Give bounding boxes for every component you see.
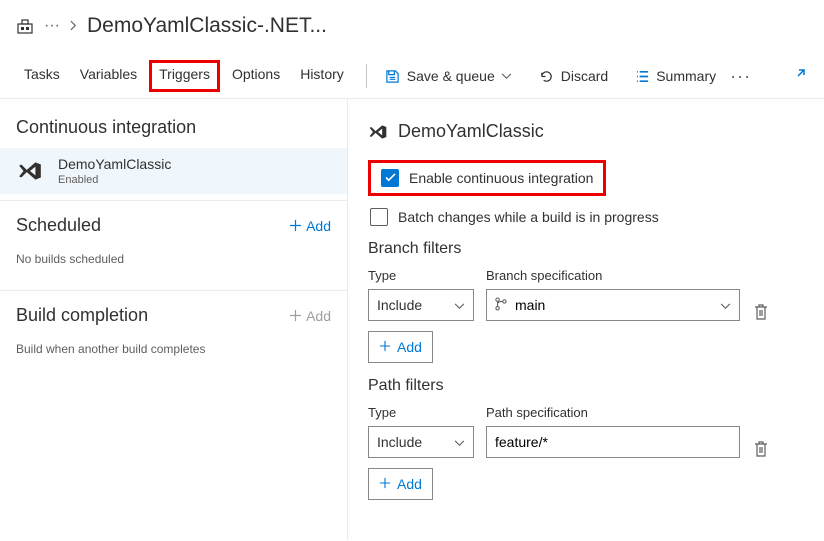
tab-variables[interactable]: Variables [72, 60, 145, 92]
enable-ci-row: Enable continuous integration [368, 160, 606, 196]
scheduled-add-label: Add [306, 218, 331, 234]
plus-icon [288, 309, 302, 323]
path-type-value: Include [377, 434, 422, 450]
save-icon [385, 68, 401, 84]
branch-add-button[interactable]: Add [368, 331, 433, 363]
discard-label: Discard [561, 68, 608, 84]
branch-add-label: Add [397, 339, 422, 355]
buildcomp-note: Build when another build completes [0, 336, 347, 374]
fullscreen-button[interactable] [788, 66, 808, 86]
summary-button[interactable]: Summary [630, 66, 720, 86]
vs-icon [16, 157, 44, 185]
plus-icon [379, 339, 391, 355]
ci-repo-name: DemoYamlClassic [58, 156, 171, 172]
chevron-right-icon [70, 19, 77, 34]
buildcomp-section-title: Build completion [16, 305, 148, 326]
branch-filters-title: Branch filters [368, 240, 810, 258]
plus-icon [379, 476, 391, 492]
enable-ci-checkbox[interactable] [381, 169, 399, 187]
path-add-label: Add [397, 476, 422, 492]
path-filters-title: Path filters [368, 377, 810, 395]
tab-history[interactable]: History [292, 60, 352, 92]
undo-icon [539, 68, 555, 84]
buildcomp-add-button[interactable]: Add [288, 308, 331, 324]
batch-checkbox[interactable] [370, 208, 388, 226]
chevron-down-icon [720, 297, 731, 313]
chevron-down-icon [454, 434, 465, 450]
path-type-label: Type [368, 405, 474, 420]
branch-icon [495, 297, 507, 314]
save-queue-button[interactable]: Save & queue [381, 66, 517, 86]
scheduled-note: No builds scheduled [0, 246, 347, 284]
scheduled-section-title: Scheduled [16, 215, 101, 236]
right-pane-title: DemoYamlClassic [398, 121, 544, 142]
scheduled-add-button[interactable]: Add [288, 218, 331, 234]
chevron-down-icon [501, 70, 513, 82]
more-button[interactable]: ··· [724, 66, 757, 87]
list-icon [634, 68, 650, 84]
path-delete-button[interactable] [752, 440, 770, 458]
ci-repo-status: Enabled [58, 174, 171, 186]
page-title[interactable]: DemoYamlClassic-.NET... [87, 14, 327, 38]
branch-delete-button[interactable] [752, 303, 770, 321]
enable-ci-label: Enable continuous integration [409, 170, 593, 186]
branch-type-label: Type [368, 268, 474, 283]
tab-triggers[interactable]: Triggers [149, 60, 220, 92]
path-add-button[interactable]: Add [368, 468, 433, 500]
buildcomp-add-label: Add [306, 308, 331, 324]
branch-spec-input[interactable] [515, 297, 712, 313]
branch-type-select[interactable]: Include [368, 289, 474, 321]
divider [366, 64, 367, 88]
breadcrumb-ellipsis[interactable]: ··· [44, 17, 60, 35]
ci-repo-item[interactable]: DemoYamlClassic Enabled [0, 148, 347, 194]
save-queue-label: Save & queue [407, 68, 495, 84]
tab-options[interactable]: Options [224, 60, 288, 92]
branch-type-value: Include [377, 297, 422, 313]
summary-label: Summary [656, 68, 716, 84]
branch-spec-combo[interactable] [486, 289, 740, 321]
chevron-down-icon [454, 297, 465, 313]
plus-icon [288, 219, 302, 233]
batch-label: Batch changes while a build is in progre… [398, 209, 659, 225]
path-spec-input[interactable] [486, 426, 740, 458]
vs-icon [368, 122, 388, 142]
tab-tasks[interactable]: Tasks [16, 60, 68, 92]
path-spec-label: Path specification [486, 405, 740, 420]
path-type-select[interactable]: Include [368, 426, 474, 458]
check-icon [385, 171, 396, 185]
ci-section-title: Continuous integration [16, 117, 196, 138]
app-icon [16, 17, 34, 35]
branch-spec-label: Branch specification [486, 268, 740, 283]
discard-button[interactable]: Discard [535, 66, 612, 86]
